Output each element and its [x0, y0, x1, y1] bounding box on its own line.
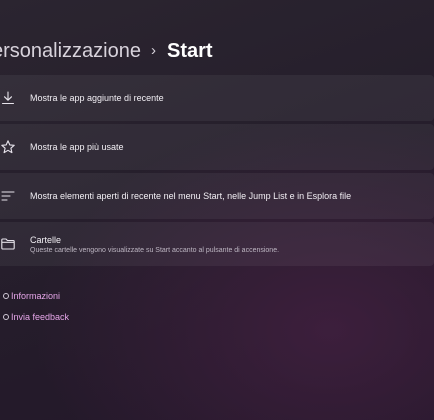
info-link[interactable]: Informazioni: [11, 291, 69, 301]
info-icon: [3, 293, 9, 299]
folder-icon: [0, 236, 16, 252]
setting-recent-items-label: Mostra elementi aperti di recente nel me…: [30, 191, 352, 201]
breadcrumb-parent[interactable]: ersonalizzazione: [0, 40, 141, 63]
download-icon: [0, 90, 16, 106]
breadcrumb-separator-icon: ›: [150, 41, 156, 59]
setting-folders-title: Cartelle: [30, 234, 62, 245]
setting-most-used-apps[interactable]: Mostra le app più usate: [0, 124, 434, 170]
setting-folders[interactable]: Cartelle Queste cartelle vengono visuali…: [0, 222, 434, 266]
setting-folders-description: Queste cartelle vengono visualizzate su …: [30, 246, 280, 254]
setting-recent-apps-label: Mostra le app aggiunte di recente: [30, 93, 164, 103]
setting-recent-items[interactable]: Mostra elementi aperti di recente nel me…: [0, 173, 434, 219]
star-icon: [0, 139, 16, 155]
feedback-link[interactable]: Invia feedback: [11, 312, 69, 322]
breadcrumb: ersonalizzazione › Start: [0, 36, 213, 66]
help-links: Informazioni Invia feedback: [3, 291, 69, 333]
feedback-icon: [3, 314, 9, 320]
setting-most-used-apps-label: Mostra le app più usate: [30, 142, 124, 152]
setting-recent-apps[interactable]: Mostra le app aggiunte di recente: [0, 75, 434, 121]
setting-folders-text: Cartelle Queste cartelle vengono visuali…: [30, 235, 279, 254]
page-title: Start: [166, 39, 213, 62]
list-icon: [0, 188, 16, 204]
